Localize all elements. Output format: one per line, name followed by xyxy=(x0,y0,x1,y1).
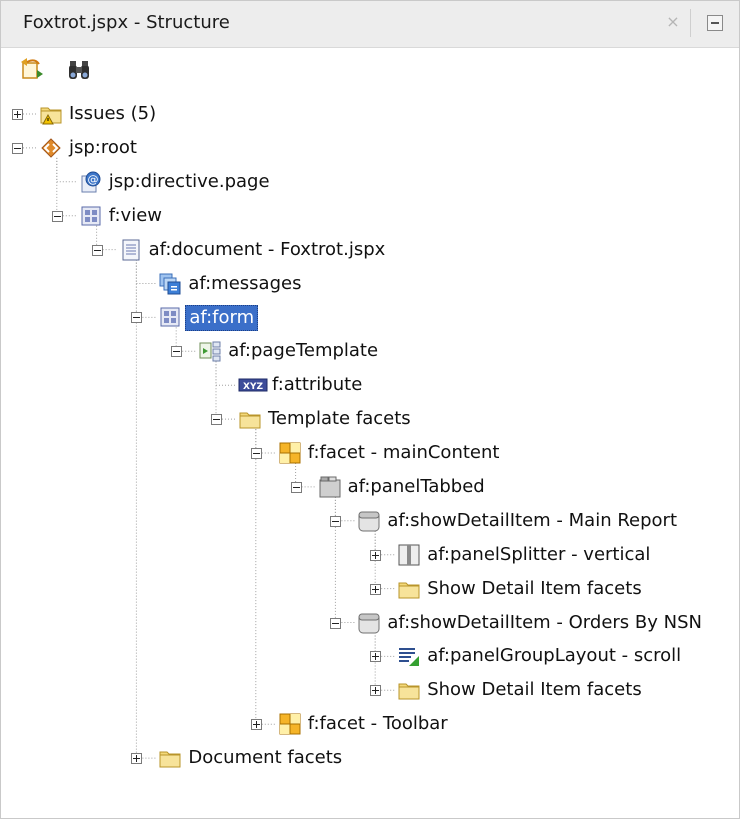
folder-icon xyxy=(238,407,262,431)
tree-node-label[interactable]: f:facet - mainContent xyxy=(308,441,500,465)
collapse-toggle-icon[interactable] xyxy=(12,142,23,154)
panel-group-layout-icon xyxy=(397,644,421,668)
expand-toggle-icon[interactable] xyxy=(370,549,382,561)
collapse-toggle-icon[interactable] xyxy=(330,515,342,527)
document-icon xyxy=(119,238,143,262)
tree-node-label[interactable]: jsp:root xyxy=(69,136,137,160)
expand-toggle-icon[interactable] xyxy=(12,109,23,120)
tree-node-label[interactable]: af:panelGroupLayout - scroll xyxy=(427,644,681,668)
show-detail-item-icon xyxy=(357,611,381,635)
expand-toggle-icon[interactable] xyxy=(370,583,382,595)
panel-tabbed-icon xyxy=(318,475,342,499)
jsp-directive-icon: @ xyxy=(79,170,103,194)
tree-node-label[interactable]: jsp:directive.page xyxy=(109,170,270,194)
collapse-toggle-icon[interactable] xyxy=(211,414,222,426)
folder-icon xyxy=(397,577,421,601)
tree-node-label[interactable]: Template facets xyxy=(268,407,411,431)
expand-toggle-icon[interactable] xyxy=(131,753,143,765)
tree-node-label[interactable]: Show Detail Item facets xyxy=(427,577,642,601)
collapse-toggle-icon[interactable] xyxy=(131,312,143,324)
tree-node-label[interactable]: af:form xyxy=(185,305,259,332)
structure-tree: Issues (5) jsp:root @ jsp:directive.page f:v… xyxy=(1,1,739,818)
collapse-toggle-icon[interactable] xyxy=(91,244,103,256)
collapse-toggle-icon[interactable] xyxy=(330,617,342,629)
tree-node-label[interactable]: f:view xyxy=(109,204,162,228)
tree-node-label[interactable]: af:document - Foxtrot.jspx xyxy=(149,238,386,262)
collapse-toggle-icon[interactable] xyxy=(171,346,183,358)
collapse-toggle-icon[interactable] xyxy=(51,210,63,222)
tree-node-label[interactable]: f:facet - Toolbar xyxy=(308,712,448,736)
collapse-toggle-icon[interactable] xyxy=(250,448,262,459)
svg-text:XYZ: XYZ xyxy=(243,382,263,392)
expand-toggle-icon[interactable] xyxy=(370,651,382,663)
tree-node-label[interactable]: af:showDetailItem - Main Report xyxy=(387,509,677,533)
tree-node-label[interactable]: Show Detail Item facets xyxy=(427,678,642,702)
tree-node-label[interactable]: f:attribute xyxy=(272,373,362,397)
tree-node-label[interactable]: af:panelTabbed xyxy=(348,475,485,499)
panel-splitter-icon xyxy=(397,543,421,567)
tree-node-label[interactable]: af:pageTemplate xyxy=(228,339,378,363)
tree-node-label[interactable]: af:showDetailItem - Orders By NSN xyxy=(387,611,702,635)
expand-toggle-icon[interactable] xyxy=(250,719,262,731)
component-grid-icon xyxy=(79,204,103,228)
expand-toggle-icon[interactable] xyxy=(370,685,382,697)
svg-text:@: @ xyxy=(87,173,98,186)
component-grid-icon xyxy=(158,305,182,329)
tree-node-label[interactable]: Document facets xyxy=(188,746,342,770)
page-template-icon xyxy=(198,339,222,363)
folder-warning-icon xyxy=(39,102,63,126)
tree-node-label[interactable]: af:messages xyxy=(188,272,301,296)
collapse-toggle-icon[interactable] xyxy=(290,481,302,493)
show-detail-item-icon xyxy=(357,509,381,533)
facet-icon xyxy=(278,441,302,465)
jsp-root-icon xyxy=(39,136,63,160)
folder-icon xyxy=(158,746,182,770)
tree-node-label[interactable]: af:panelSplitter - vertical xyxy=(427,543,650,567)
messages-icon xyxy=(158,272,182,296)
tree-node-label[interactable]: Issues (5) xyxy=(69,102,156,126)
folder-icon xyxy=(397,678,421,702)
structure-panel: Foxtrot.jspx - Structure × Issues (5) js… xyxy=(0,0,740,819)
facet-icon xyxy=(278,712,302,736)
attribute-xyz-icon: XYZ xyxy=(238,373,268,397)
